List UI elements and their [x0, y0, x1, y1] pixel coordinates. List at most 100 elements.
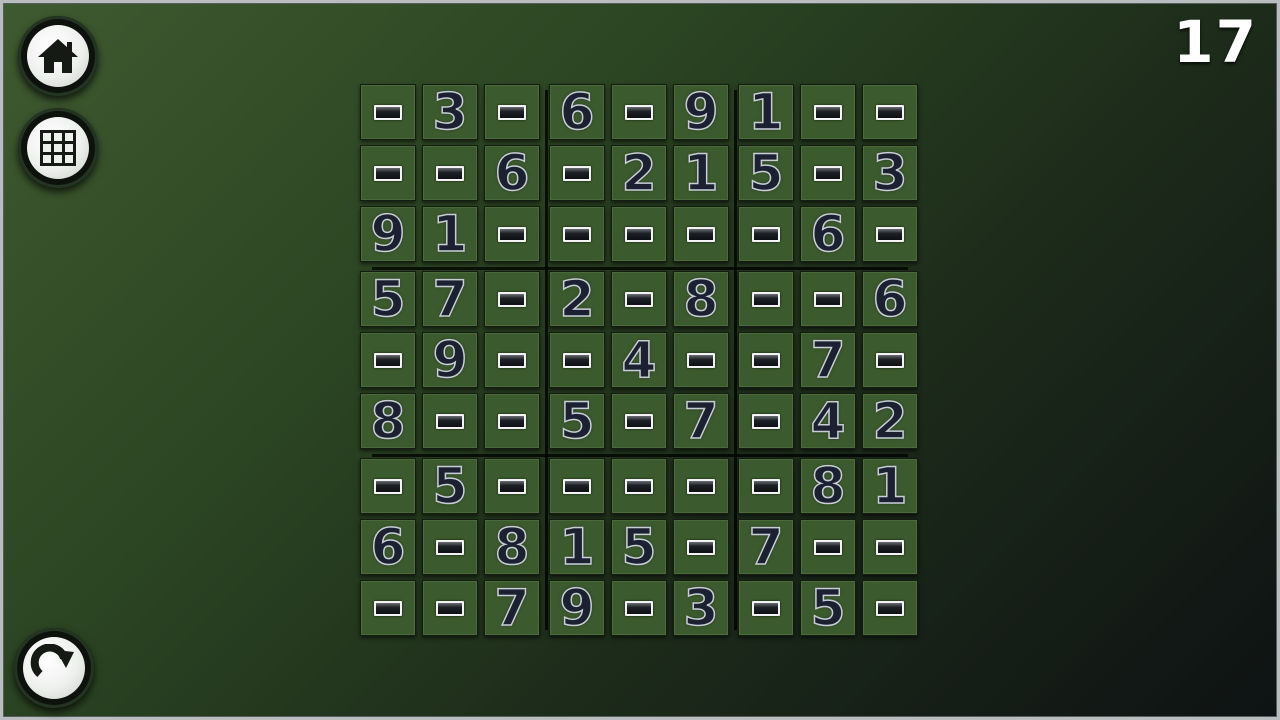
cell-r3-c8[interactable]: 6 [800, 206, 856, 262]
cell-r5-c4[interactable] [549, 332, 605, 388]
cell-r3-c1[interactable]: 9 [360, 206, 416, 262]
cell-r8-c4[interactable]: 1 [549, 519, 605, 575]
cell-r4-c9[interactable]: 6 [862, 271, 918, 327]
cell-r9-c7[interactable] [738, 580, 794, 636]
cell-digit: 1 [559, 518, 595, 576]
cell-r6-c3[interactable] [484, 393, 540, 449]
cell-r1-c7[interactable]: 1 [738, 84, 794, 140]
cell-r4-c6[interactable]: 8 [673, 271, 729, 327]
cell-r1-c3[interactable] [484, 84, 540, 140]
cell-r9-c3[interactable]: 7 [484, 580, 540, 636]
cell-r9-c9[interactable] [862, 580, 918, 636]
empty-cell-dash [374, 352, 402, 368]
restart-button[interactable] [14, 628, 94, 708]
empty-cell-dash [876, 600, 904, 616]
cell-r9-c8[interactable]: 5 [800, 580, 856, 636]
cell-r8-c5[interactable]: 5 [611, 519, 667, 575]
cell-r6-c4[interactable]: 5 [549, 393, 605, 449]
cell-r3-c7[interactable] [738, 206, 794, 262]
cell-r5-c2[interactable]: 9 [422, 332, 478, 388]
cell-r7-c3[interactable] [484, 458, 540, 514]
cell-r2-c6[interactable]: 1 [673, 145, 729, 201]
cell-r1-c1[interactable] [360, 84, 416, 140]
cell-r7-c8[interactable]: 8 [800, 458, 856, 514]
cell-r1-c4[interactable]: 6 [549, 84, 605, 140]
cell-r3-c6[interactable] [673, 206, 729, 262]
cell-r4-c7[interactable] [738, 271, 794, 327]
cell-digit: 2 [621, 144, 657, 202]
cell-digit: 9 [432, 331, 468, 389]
cell-r8-c1[interactable]: 6 [360, 519, 416, 575]
cell-r8-c9[interactable] [862, 519, 918, 575]
cell-r9-c6[interactable]: 3 [673, 580, 729, 636]
cell-r8-c8[interactable] [800, 519, 856, 575]
cell-r8-c2[interactable] [422, 519, 478, 575]
cell-r3-c2[interactable]: 1 [422, 206, 478, 262]
empty-cell-dash [498, 478, 526, 494]
home-button[interactable] [18, 16, 98, 96]
cell-r6-c2[interactable] [422, 393, 478, 449]
cell-r2-c4[interactable] [549, 145, 605, 201]
home-button-face [27, 25, 89, 87]
cell-r2-c7[interactable]: 5 [738, 145, 794, 201]
cell-digit: 5 [621, 518, 657, 576]
cell-r2-c3[interactable]: 6 [484, 145, 540, 201]
cell-r2-c9[interactable]: 3 [862, 145, 918, 201]
cell-r4-c2[interactable]: 7 [422, 271, 478, 327]
cell-r2-c2[interactable] [422, 145, 478, 201]
cell-r6-c1[interactable]: 8 [360, 393, 416, 449]
cell-r4-c4[interactable]: 2 [549, 271, 605, 327]
cell-r2-c1[interactable] [360, 145, 416, 201]
cell-r4-c5[interactable] [611, 271, 667, 327]
cell-r8-c7[interactable]: 7 [738, 519, 794, 575]
empty-cell-dash [498, 226, 526, 242]
home-icon [38, 39, 78, 73]
cell-r5-c3[interactable] [484, 332, 540, 388]
cell-r6-c6[interactable]: 7 [673, 393, 729, 449]
cell-r6-c7[interactable] [738, 393, 794, 449]
cell-r5-c6[interactable] [673, 332, 729, 388]
cell-r5-c9[interactable] [862, 332, 918, 388]
cell-r7-c5[interactable] [611, 458, 667, 514]
grid-menu-button[interactable] [18, 108, 98, 188]
cell-r5-c8[interactable]: 7 [800, 332, 856, 388]
empty-cell-dash [752, 226, 780, 242]
cell-r1-c8[interactable] [800, 84, 856, 140]
cell-r9-c1[interactable] [360, 580, 416, 636]
cell-r5-c5[interactable]: 4 [611, 332, 667, 388]
cell-digit: 8 [683, 270, 719, 328]
cell-r3-c3[interactable] [484, 206, 540, 262]
cell-r7-c1[interactable] [360, 458, 416, 514]
cell-r3-c9[interactable] [862, 206, 918, 262]
cell-r1-c2[interactable]: 3 [422, 84, 478, 140]
cell-r4-c8[interactable] [800, 271, 856, 327]
cell-r4-c1[interactable]: 5 [360, 271, 416, 327]
cell-r1-c5[interactable] [611, 84, 667, 140]
cell-digit: 6 [494, 144, 530, 202]
cell-r7-c7[interactable] [738, 458, 794, 514]
cell-r7-c6[interactable] [673, 458, 729, 514]
cell-r2-c8[interactable] [800, 145, 856, 201]
cell-r9-c5[interactable] [611, 580, 667, 636]
cell-r2-c5[interactable]: 2 [611, 145, 667, 201]
cell-r1-c9[interactable] [862, 84, 918, 140]
cell-r7-c9[interactable]: 1 [862, 458, 918, 514]
empty-cell-dash [498, 413, 526, 429]
cell-digit: 1 [872, 457, 908, 515]
cell-r3-c4[interactable] [549, 206, 605, 262]
cell-r5-c1[interactable] [360, 332, 416, 388]
cell-r4-c3[interactable] [484, 271, 540, 327]
cell-r7-c2[interactable]: 5 [422, 458, 478, 514]
cell-r6-c8[interactable]: 4 [800, 393, 856, 449]
cell-r7-c4[interactable] [549, 458, 605, 514]
cell-r9-c4[interactable]: 9 [549, 580, 605, 636]
cell-r3-c5[interactable] [611, 206, 667, 262]
cell-r6-c9[interactable]: 2 [862, 393, 918, 449]
cell-r5-c7[interactable] [738, 332, 794, 388]
cell-r8-c3[interactable]: 8 [484, 519, 540, 575]
cell-r8-c6[interactable] [673, 519, 729, 575]
cell-r9-c2[interactable] [422, 580, 478, 636]
cell-r1-c6[interactable]: 9 [673, 84, 729, 140]
empty-cell-dash [752, 600, 780, 616]
cell-r6-c5[interactable] [611, 393, 667, 449]
